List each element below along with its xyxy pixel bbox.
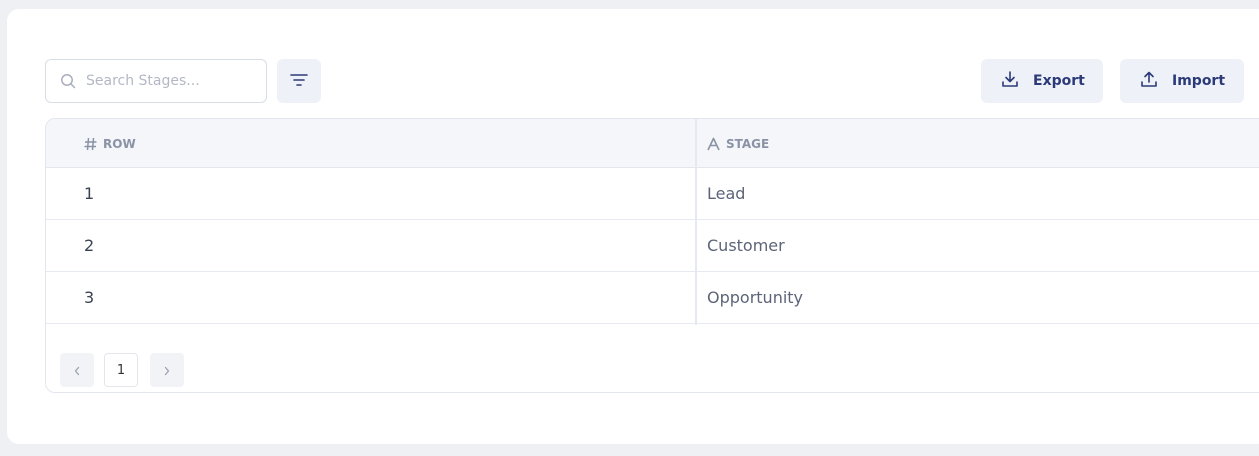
row-number-cell: 2 (84, 236, 95, 255)
table-header: ROW STAGE (46, 119, 1259, 168)
search-input[interactable] (86, 73, 256, 89)
column-header-row[interactable]: ROW (84, 119, 136, 168)
chevron-right-icon (163, 361, 171, 380)
table-row[interactable]: 3 Opportunity (46, 272, 1259, 324)
stages-card: Export Import ROW STAGE 1 Lead (7, 9, 1259, 444)
page-number-button[interactable]: 1 (104, 353, 138, 387)
stage-cell: Lead (707, 184, 746, 203)
table-row[interactable]: 1 Lead (46, 168, 1259, 220)
filter-button[interactable] (277, 59, 321, 103)
export-label: Export (1033, 73, 1085, 89)
next-page-button[interactable] (150, 353, 184, 387)
download-icon (1001, 70, 1019, 92)
stage-cell: Opportunity (707, 288, 804, 307)
row-number-cell: 3 (84, 288, 95, 307)
stages-table: ROW STAGE 1 Lead 2 Customer 3 Opportunit… (45, 118, 1259, 393)
prev-page-button[interactable] (60, 353, 94, 387)
filter-icon (290, 72, 308, 91)
column-divider[interactable] (695, 119, 697, 325)
table-row[interactable]: 2 Customer (46, 220, 1259, 272)
column-header-label: STAGE (726, 136, 770, 151)
column-header-stage[interactable]: STAGE (707, 119, 769, 168)
row-number-cell: 1 (84, 184, 95, 203)
text-type-icon (707, 137, 720, 151)
export-button[interactable]: Export (981, 59, 1103, 103)
upload-icon (1140, 70, 1158, 92)
search-icon (46, 59, 90, 103)
stage-cell: Customer (707, 236, 785, 255)
search-box[interactable] (45, 59, 267, 103)
import-label: Import (1172, 73, 1226, 89)
column-header-label: ROW (103, 136, 136, 151)
hash-icon (84, 137, 97, 151)
import-button[interactable]: Import (1120, 59, 1244, 103)
chevron-left-icon (73, 361, 81, 380)
